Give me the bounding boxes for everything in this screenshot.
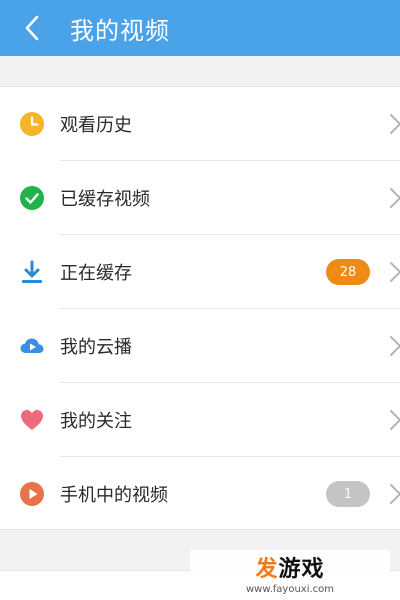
play-circle-icon	[19, 481, 45, 507]
chevron-right-icon	[390, 484, 400, 504]
page-title: 我的视频	[70, 16, 170, 45]
watermark-brand: 发游戏	[255, 557, 325, 582]
menu-item-label: 我的云播	[60, 337, 132, 358]
menu-item-local-videos[interactable]: 手机中的视频 1	[0, 457, 400, 531]
chevron-left-icon	[25, 15, 39, 41]
menu-item-cached-videos[interactable]: 已缓存视频	[0, 161, 400, 235]
back-button[interactable]	[0, 0, 64, 56]
count-badge: 28	[326, 259, 370, 285]
menu-item-watch-history[interactable]: 观看历史	[0, 87, 400, 161]
chevron-right-icon	[390, 262, 400, 282]
chevron-right-icon	[390, 114, 400, 134]
heart-icon	[19, 407, 45, 433]
menu-item-label: 已缓存视频	[60, 189, 150, 210]
app-bar: 我的视频	[0, 0, 400, 56]
download-icon	[19, 259, 45, 285]
menu-item-label: 我的关注	[60, 411, 132, 432]
clock-icon	[19, 111, 45, 137]
menu-item-label: 正在缓存	[60, 263, 132, 284]
menu-item-caching[interactable]: 正在缓存 28	[0, 235, 400, 309]
check-circle-icon	[19, 185, 45, 211]
cloud-play-icon	[19, 333, 45, 359]
chevron-right-icon	[390, 410, 400, 430]
chevron-right-icon	[390, 336, 400, 356]
watermark-logo: 发游戏 www.fayouxi.com	[190, 550, 390, 596]
menu-list: 观看历史 已缓存视频 正在缓存 28 我的云播 我的关注 手机中的视频 1	[0, 86, 400, 530]
chevron-right-icon	[390, 188, 400, 208]
watermark-url: www.fayouxi.com	[245, 584, 335, 595]
menu-item-following[interactable]: 我的关注	[0, 383, 400, 457]
menu-item-label: 手机中的视频	[60, 485, 168, 506]
menu-item-cloud-play[interactable]: 我的云播	[0, 309, 400, 383]
menu-item-label: 观看历史	[60, 115, 132, 136]
count-badge: 1	[326, 481, 370, 507]
